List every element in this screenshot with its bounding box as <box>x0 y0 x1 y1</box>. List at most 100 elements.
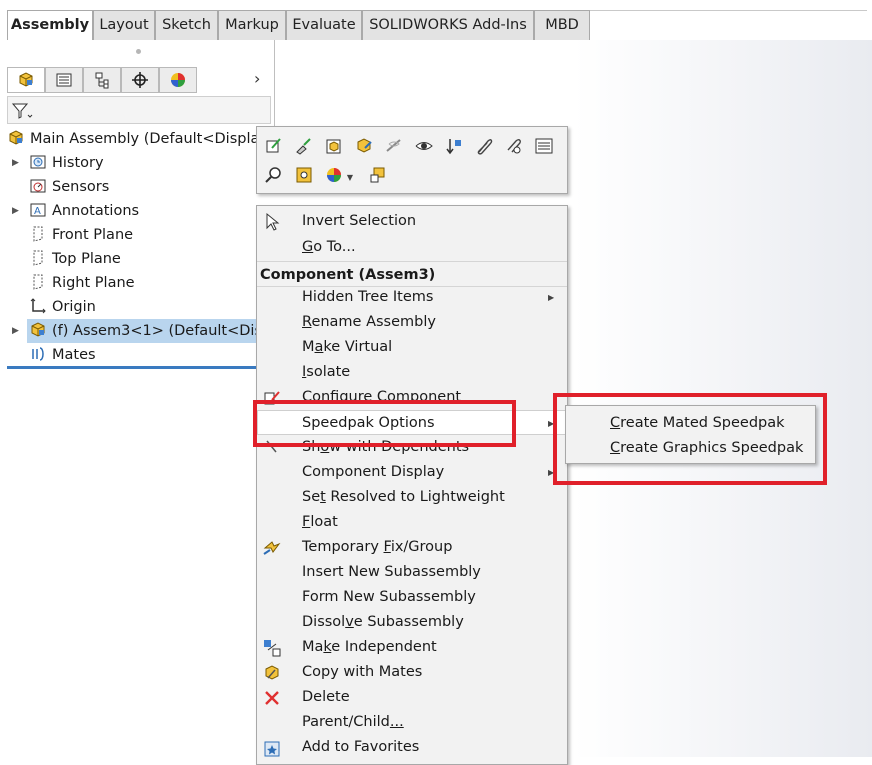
tab-sketch[interactable]: Sketch <box>155 10 218 40</box>
dimxpertmanager-icon <box>132 72 148 88</box>
plane-icon <box>33 274 43 290</box>
filter-icon[interactable] <box>11 101 33 121</box>
copy-with-mates-icon <box>265 665 279 680</box>
tree-item-label: Mates <box>52 347 96 363</box>
expand-arrow-icon[interactable]: ▶ <box>12 199 19 223</box>
sensors-icon <box>30 179 46 193</box>
tab-assembly[interactable]: Assembly <box>7 10 93 40</box>
menu-item-add-to-favorites[interactable]: Add to Favorites <box>257 735 567 760</box>
featuremanager-tree-tab[interactable] <box>7 67 45 93</box>
displaymanager-tab[interactable] <box>159 67 197 93</box>
menu-item-go-to[interactable]: Go To... <box>257 235 567 260</box>
tree-item-origin[interactable]: Origin <box>29 295 96 319</box>
assembly-icon <box>9 130 23 145</box>
expand-arrow-icon[interactable]: ▶ <box>12 319 19 343</box>
displaymanager-icon <box>171 73 185 87</box>
annotations-icon: A <box>30 203 46 217</box>
menu-item-temporary-fix-group[interactable]: Temporary Fix/Group <box>257 535 567 560</box>
tree-filter-bar[interactable] <box>7 96 271 124</box>
menu-item-insert-new-subassembly[interactable]: Insert New Subassembly <box>257 560 567 585</box>
edit-component-icon[interactable] <box>263 135 285 157</box>
command-manager-tabs: Assembly Layout Sketch Markup Evaluate S… <box>7 10 867 40</box>
context-menu: Invert Selection Go To... Component (Ass… <box>256 205 568 765</box>
tree-item-label: (f) Assem3<1> (Default<Displa <box>52 323 257 339</box>
annotation-highlight-speedpak-submenu <box>553 393 827 485</box>
tree-root-label: Main Assembly (Default<Display <box>30 131 268 147</box>
appearance-dropdown-icon[interactable]: ▼ <box>345 166 355 188</box>
menu-item-dissolve-subassembly[interactable]: Dissolve Subassembly <box>257 610 567 635</box>
panel-border <box>274 40 275 132</box>
appearance-icon[interactable] <box>323 164 345 186</box>
panel-grip-handle[interactable] <box>136 49 141 54</box>
tree-item-label: Top Plane <box>52 251 121 267</box>
tree-item-label: Annotations <box>52 203 140 219</box>
tab-evaluate[interactable]: Evaluate <box>286 10 362 40</box>
menu-item-isolate[interactable]: Isolate <box>257 360 567 385</box>
normal-to-icon[interactable] <box>293 164 315 186</box>
tree-item-label: Front Plane <box>52 227 134 243</box>
history-icon <box>30 155 46 169</box>
tree-root-main-assembly[interactable]: Main Assembly (Default<Display <box>7 127 268 151</box>
tree-item-front-plane[interactable]: Front Plane <box>29 223 133 247</box>
make-assembly-icon[interactable] <box>353 135 375 157</box>
tree-item-label: History <box>52 155 104 171</box>
component-properties-icon[interactable] <box>533 135 555 157</box>
menu-item-form-new-subassembly[interactable]: Form New Subassembly <box>257 585 567 610</box>
temporary-fix-icon <box>263 541 281 555</box>
invert-selection-icon <box>266 212 280 231</box>
annotation-highlight-speedpak-options <box>253 400 516 447</box>
tree-item-assem3-component[interactable]: (f) Assem3<1> (Default<Displa <box>27 319 257 343</box>
propertymanager-icon <box>56 73 72 87</box>
hide-components-icon[interactable] <box>383 135 405 157</box>
tree-item-sensors[interactable]: Sensors <box>29 175 109 199</box>
edit-part-icon[interactable] <box>293 135 315 157</box>
tree-item-label: Sensors <box>52 179 110 195</box>
tab-solidworks-addins[interactable]: SOLIDWORKS Add-Ins <box>362 10 534 40</box>
expand-arrow-icon[interactable]: ▶ <box>12 151 19 175</box>
menu-item-delete[interactable]: Delete <box>257 685 567 710</box>
dimxpertmanager-tab[interactable] <box>121 67 159 93</box>
tab-markup[interactable]: Markup <box>218 10 286 40</box>
mate-icon[interactable] <box>473 135 495 157</box>
menu-item-rename-assembly[interactable]: Rename Assembly <box>257 310 567 335</box>
tree-item-history[interactable]: History <box>29 151 104 175</box>
tab-mbd[interactable]: MBD <box>534 10 590 40</box>
featuremanager-tree-icon <box>19 72 33 87</box>
menu-item-parent-child[interactable]: Parent/Child... <box>257 710 567 735</box>
configurationmanager-icon <box>95 72 109 89</box>
propertymanager-tab[interactable] <box>45 67 83 93</box>
plane-icon <box>33 226 43 242</box>
menu-item-make-virtual[interactable]: Make Virtual <box>257 335 567 360</box>
svg-text:A: A <box>34 206 41 217</box>
plane-icon <box>33 250 43 266</box>
submenu-arrow-icon: ▶ <box>548 293 555 302</box>
view-mates-icon[interactable] <box>503 135 525 157</box>
show-hide-icon[interactable] <box>413 135 435 157</box>
tree-item-label: Origin <box>52 299 96 315</box>
origin-icon <box>30 298 46 314</box>
tree-item-annotations[interactable]: A Annotations <box>29 199 139 223</box>
more-tabs-chevron-icon[interactable]: › <box>254 69 260 88</box>
tree-item-top-plane[interactable]: Top Plane <box>29 247 121 271</box>
menu-item-float[interactable]: Float <box>257 510 567 535</box>
tree-item-mates[interactable]: Mates <box>29 343 96 367</box>
configurationmanager-tab[interactable] <box>83 67 121 93</box>
context-toolbar: ▼ <box>256 126 568 194</box>
move-down-icon[interactable] <box>443 135 465 157</box>
menu-item-set-resolved-lightweight[interactable]: Set Resolved to Lightweight <box>257 485 567 510</box>
isolate-component-icon[interactable] <box>367 164 389 186</box>
menu-item-component-display[interactable]: Component Display ▶ <box>257 460 567 485</box>
rollback-bar[interactable] <box>7 366 257 369</box>
menu-section-header: Component (Assem3) <box>257 261 567 287</box>
menu-item-hidden-tree-items[interactable]: Hidden Tree Items ▶ <box>257 285 567 310</box>
mates-icon <box>32 347 44 361</box>
tree-item-right-plane[interactable]: Right Plane <box>29 271 135 295</box>
zoom-to-selection-icon[interactable] <box>263 164 285 186</box>
menu-item-invert-selection[interactable]: Invert Selection <box>257 209 567 234</box>
menu-item-make-independent[interactable]: Make Independent <box>257 635 567 660</box>
tab-layout[interactable]: Layout <box>93 10 155 40</box>
add-to-favorites-icon <box>264 741 280 757</box>
assembly-icon <box>31 322 45 337</box>
menu-item-copy-with-mates[interactable]: Copy with Mates <box>257 660 567 685</box>
open-assembly-icon[interactable] <box>323 135 345 157</box>
